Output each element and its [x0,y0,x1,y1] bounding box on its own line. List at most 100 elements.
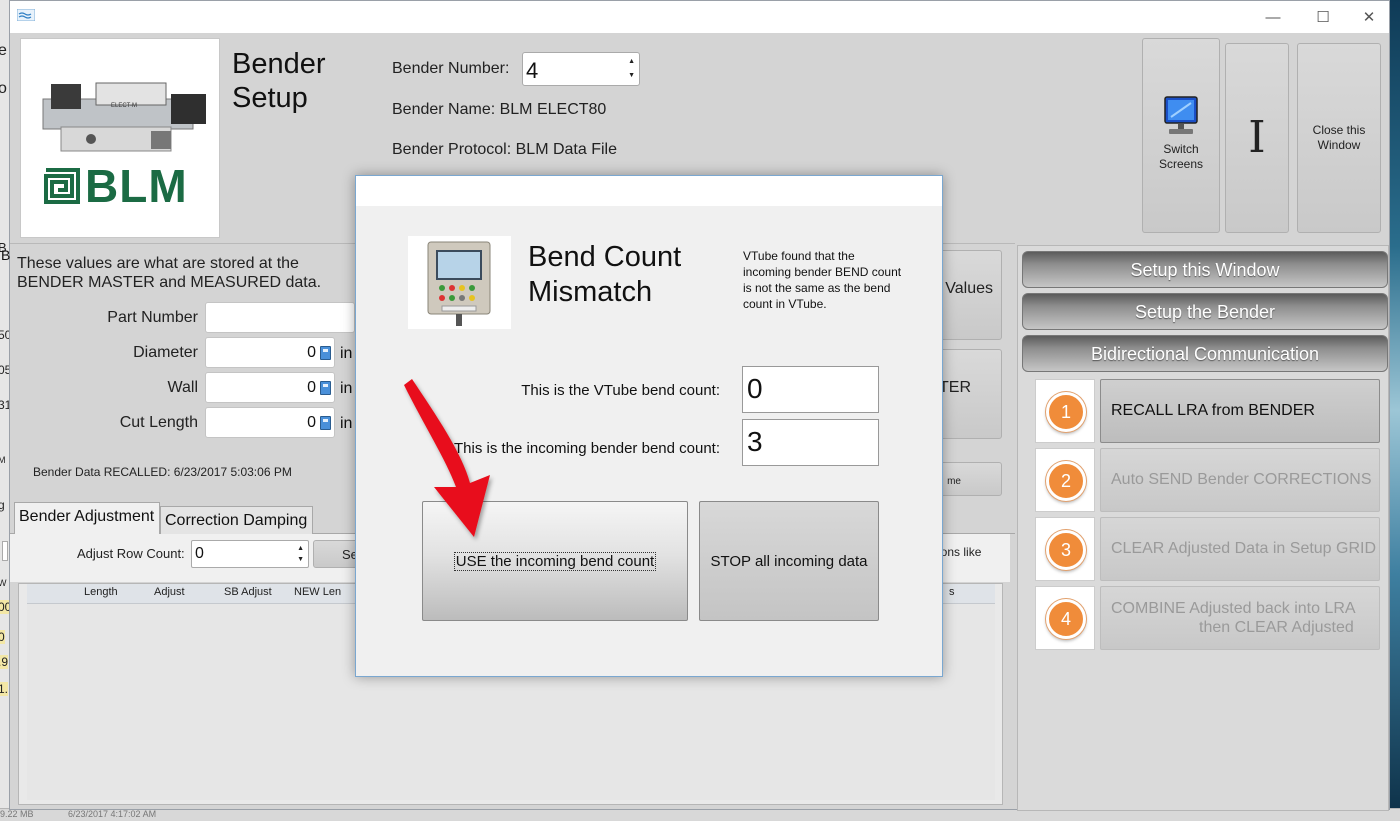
close-this-window-label: Close this Window [1312,123,1366,152]
bg-fragment: g [0,498,5,512]
use-incoming-label: USE the incoming bend count [453,551,657,571]
dialog-title: Bend Count Mismatch [528,241,682,308]
master-button-label: TER [939,379,971,396]
blm-logo: BLM ELECT-M [20,38,220,238]
text-cursor-icon: I [1248,112,1266,163]
tab-bender-adjustment[interactable]: Bender Adjustment [14,502,160,534]
diameter-value: 0 [307,344,316,361]
incoming-count-value: 3 [747,426,763,457]
communication-panel: Setup this Window Setup the Bender Bidir… [1017,245,1389,811]
diameter-unit: in [340,345,353,362]
calculator-icon[interactable] [320,416,331,430]
title-bar[interactable]: — ☐ ✕ [10,1,1389,33]
wall-unit: in [340,380,353,397]
vtube-count-field[interactable]: 0 [742,366,879,413]
step-1-badge: 1 [1035,379,1095,443]
grid-column-header: s [949,586,955,598]
part-number-label: Part Number [107,309,198,326]
step-number: 4 [1046,599,1086,639]
spin-up-icon[interactable]: ▲ [628,58,635,65]
vtube-count-label: This is the VTube bend count: [521,382,720,399]
calculator-icon[interactable] [320,381,331,395]
part-number-input[interactable] [205,302,355,333]
cut-length-label: Cut Length [119,414,198,431]
recall-lra-button[interactable]: RECALL LRA from BENDER [1100,379,1380,443]
dialog-message: VTube found that the incoming bender BEN… [743,249,902,311]
bg-fragment: M [0,455,6,465]
bg-fragment: 1. [0,682,9,696]
blm-logo-text: BLM [85,160,188,212]
bg-fragment: 31 [0,398,9,412]
bender-protocol: Bender Protocol: BLM Data File [392,141,617,158]
cursor-tile[interactable]: I [1225,43,1289,233]
clear-adjusted-button[interactable]: CLEAR Adjusted Data in Setup GRID [1100,517,1380,581]
values-button-label: Values [945,280,993,297]
cut-length-input[interactable]: 0 [205,407,335,438]
maximize-button[interactable]: ☐ [1300,1,1346,33]
bg-fragment: W [0,578,7,588]
grid-column-header: Adjust [154,586,185,598]
close-this-window-button[interactable]: Close this Window [1297,43,1381,233]
machine-label: ELECT-M [111,103,138,109]
vtube-count-value: 0 [747,373,763,404]
step-2-badge: 2 [1035,448,1095,512]
dialog-caption-bar[interactable] [356,176,942,206]
app-icon [17,9,35,21]
stop-incoming-label: STOP all incoming data [710,552,868,570]
page-title: Bender Setup [232,48,326,114]
close-button[interactable]: ✕ [1346,1,1392,33]
diameter-label: Diameter [133,344,198,361]
stop-incoming-data-button[interactable]: STOP all incoming data [699,501,879,621]
monitor-icon [1164,96,1198,134]
wall-label: Wall [167,379,198,396]
switch-screens-label: Switch Screens [1158,142,1204,171]
bender-number-spinner[interactable]: 4 ▲ ▼ [522,52,640,86]
bg-fragment: e [0,42,7,59]
auto-send-corrections-button[interactable]: Auto SEND Bender CORRECTIONS [1100,448,1380,512]
setup-this-window-button[interactable]: Setup this Window [1022,251,1388,288]
step-number: 2 [1046,461,1086,501]
status-file-size: 9.22 MB [0,809,34,819]
cut-length-unit: in [340,415,353,432]
combine-label-line2: then CLEAR Adjusted [1199,619,1354,636]
grid-column-header: NEW Len [294,586,342,598]
wall-input[interactable]: 0 [205,372,335,403]
red-arrow-annotation [404,379,490,537]
status-date: 6/23/2017 4:17:02 AM [68,809,157,819]
blm-swirl-icon [44,168,80,204]
adjust-row-count-label: Adjust Row Count: [77,546,185,561]
adjust-row-count-spinner[interactable]: 0 ▲ ▼ [191,540,309,568]
values-description: These values are what are stored at the … [17,255,322,291]
bg-fragment: 05 [0,363,9,377]
diameter-input[interactable]: 0 [205,337,335,368]
bg-fragment: 50 [0,328,9,342]
recalled-timestamp: Bender Data RECALLED: 6/23/2017 5:03:06 … [33,465,292,479]
adjust-row-count-value: 0 [195,545,204,562]
cut-length-value: 0 [307,414,316,431]
bg-fragment: .9 [0,655,9,669]
calculator-icon[interactable] [320,346,331,360]
left-edge-input [2,541,8,561]
bg-fragment: 0 [0,630,5,644]
desktop-background [1390,0,1400,821]
auto-send-label: Auto SEND Bender CORRECTIONS [1111,471,1372,488]
combine-adjusted-button[interactable]: COMBINE Adjusted back into LRA then CLEA… [1100,586,1380,650]
spin-down-icon[interactable]: ▼ [297,556,304,563]
bidirectional-communication-button[interactable]: Bidirectional Communication [1022,335,1388,372]
spin-down-icon[interactable]: ▼ [628,72,635,79]
spin-up-icon[interactable]: ▲ [297,545,304,552]
switch-screens-button[interactable]: Switch Screens [1142,38,1220,233]
recall-lra-label: RECALL LRA from BENDER [1111,402,1315,419]
setup-the-bender-button[interactable]: Setup the Bender [1022,293,1388,330]
tab-correction-damping[interactable]: Correction Damping [160,506,313,534]
small-action-label: me [947,476,961,487]
step-4-badge: 4 [1035,586,1095,650]
step-number: 3 [1046,530,1086,570]
minimize-button[interactable]: — [1250,1,1296,33]
clear-adjusted-label: CLEAR Adjusted Data in Setup GRID [1111,540,1377,557]
incoming-count-field[interactable]: 3 [742,419,879,466]
combine-label-line1: COMBINE Adjusted back into LRA [1111,600,1356,617]
step-number: 1 [1046,392,1086,432]
background-window-left: e o B 50 05 31 M g 00 W 0 .9 1. [0,0,9,821]
bender-number-label: Bender Number: [392,60,510,77]
